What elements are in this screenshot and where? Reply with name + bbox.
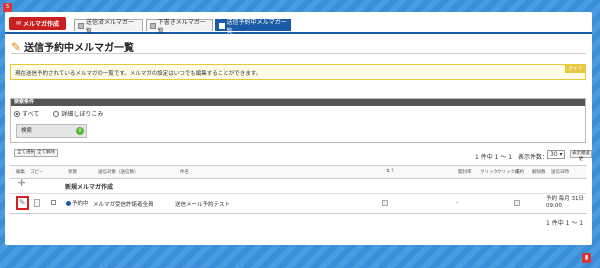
pencil-icon: ✎ (11, 39, 22, 54)
edit-button[interactable]: ✎ (16, 196, 29, 210)
th-click: クリック (480, 170, 498, 175)
th-status: 状態 (68, 170, 77, 175)
perpage-label: 表示件数： (518, 154, 549, 161)
compose-mail-button[interactable]: ✉ メルマガ作成 (9, 17, 66, 30)
cell-open: - (456, 200, 458, 206)
deselect-all-button[interactable]: 全て解除 (34, 149, 58, 157)
th-subject: 件名 (180, 170, 189, 175)
preview-icon[interactable] (382, 200, 388, 206)
trash-icon[interactable]: ▮ (582, 253, 591, 263)
list-icon (78, 22, 84, 29)
tab-sent[interactable]: 送信済メルマガ一覧 (74, 19, 143, 35)
row-divider (10, 193, 587, 194)
compose-icon: ✉ (15, 20, 21, 27)
th-sort-icons[interactable]: ⇅ ? (386, 169, 394, 174)
new-mail-label[interactable]: 新規メルマガ作成 (65, 182, 113, 191)
radio-all[interactable]: すべて (14, 109, 39, 118)
page-header: ✎ 送信予約中メルマガ一覧 (11, 39, 135, 55)
tab-drafts[interactable]: 下書きメルマガ一覧 (146, 19, 213, 35)
status-dot-icon (66, 200, 71, 206)
pager-top: 1 件中 1 ～ 1 (475, 154, 513, 161)
search-header: 検索条件 (11, 99, 585, 106)
th-open: 開封率 (458, 170, 472, 175)
radio-detailed[interactable]: 詳細しぼりこみ (53, 109, 103, 118)
th-copy: コピー (30, 170, 44, 175)
clock-icon (219, 22, 225, 29)
search-panel: 検索条件 すべて 詳細しぼりこみ 検索 ⚲ (10, 98, 586, 143)
pager-bottom: 1 件中 1 ～ 1 (546, 220, 584, 227)
title-divider (11, 53, 586, 54)
th-cv: 成約 (515, 170, 524, 175)
pencil-icon: ✎ (19, 198, 26, 207)
th-target: 送信対象（送信数） (98, 170, 139, 175)
new-mail-plus-icon[interactable]: + (17, 177, 26, 188)
th-edit: 編集 (16, 170, 25, 175)
info-message: 現在送信予約されているメルマガの一覧です。メルマガの設定はいつでも編集することが… (10, 64, 586, 80)
search-icon: ⚲ (76, 127, 84, 135)
radio-all-circle[interactable] (14, 110, 20, 117)
row-divider-bottom (10, 213, 587, 214)
main-panel: ✉ メルマガ作成 送信済メルマガ一覧 下書きメルマガ一覧 送信予約中メルマガ一覧… (5, 12, 592, 245)
th-unsub: 解除数 (532, 170, 546, 175)
cell-target: メルマガ受信許諾者全員 (93, 202, 154, 208)
draft-icon (150, 22, 156, 29)
tab-bar: ✉ メルマガ作成 送信済メルマガ一覧 下書きメルマガ一覧 送信予約中メルマガ一覧 (5, 12, 592, 35)
table-header: 編集 コピー 状態 送信対象（送信数） 件名 ⇅ ? 開封率 クリック クリック… (10, 165, 587, 179)
perpage-select[interactable]: 30 ▾ (547, 150, 565, 159)
th-sent: 送信日時 (551, 170, 569, 175)
sort-order-button[interactable]: 表示順変更 (570, 150, 592, 162)
stats-icon[interactable] (514, 200, 520, 206)
row-checkbox[interactable] (51, 200, 56, 205)
search-button[interactable]: 検索 ⚲ (16, 124, 87, 138)
copy-icon[interactable] (34, 199, 40, 207)
tab-scheduled[interactable]: 送信予約中メルマガ一覧 (215, 19, 291, 35)
status-badge: 予約中 (66, 199, 89, 207)
page-title: 送信予約中メルマガ一覧 (24, 43, 135, 54)
radio-detailed-circle[interactable] (53, 110, 60, 117)
search-options: すべて 詳細しぼりこみ (14, 109, 103, 118)
guide-button[interactable]: ガイド (564, 64, 586, 73)
cell-sent-date: 予約 毎月 31日 09:00 (546, 196, 584, 209)
cell-subject[interactable]: 送信メール予約テスト (175, 200, 230, 208)
app-logo: S (3, 3, 12, 12)
